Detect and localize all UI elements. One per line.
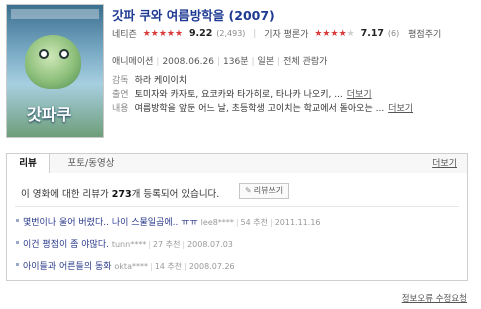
cast-line: 출연 토미자와 카자토, 요코카와 타가히로, 타나카 나오키, ... 더보기 bbox=[112, 87, 372, 100]
review-title[interactable]: 아이들과 어른들의 동화 bbox=[23, 262, 112, 272]
critic-label: 기자 평론가 bbox=[264, 30, 309, 40]
netizen-label: 네티즌 bbox=[112, 30, 137, 40]
netizen-count: (2,493) bbox=[216, 29, 246, 38]
movie-meta: 애니메이션 | 2008.06.26 | 136분 | 일본 | 전체 관람가 bbox=[112, 57, 328, 67]
review-count: 273 bbox=[111, 189, 132, 200]
write-review-button[interactable]: ✎ 리뷰쓰기 bbox=[239, 183, 290, 199]
bullet-icon bbox=[16, 263, 19, 266]
bullet-icon bbox=[16, 219, 19, 222]
netizen-score: 9.22 bbox=[188, 28, 213, 39]
review-meta: lee8**** | 54 추천 | 2011.11.16 bbox=[200, 218, 321, 227]
poster-tagline-band bbox=[11, 9, 99, 19]
movie-title[interactable]: 갓파 쿠와 여름방학을 (2007) bbox=[112, 5, 275, 24]
plot-text: 여름방학을 앞둔 어느 날, 초등학생 고이치는 학교에서 돌아오는 ... bbox=[134, 104, 385, 114]
review-title[interactable]: 몇번이나 울어 버렸다.. 나이 스물일곱에.. ㅠㅠ bbox=[23, 218, 198, 228]
tab-review[interactable]: 리뷰 bbox=[7, 154, 50, 175]
plot-more-link[interactable]: 더보기 bbox=[388, 104, 413, 114]
cast-more-link[interactable]: 더보기 bbox=[347, 90, 372, 100]
list-item: 몇번이나 울어 버렸다.. 나이 스물일곱에.. ㅠㅠ lee8**** | 54 … bbox=[16, 215, 321, 228]
country[interactable]: 일본 bbox=[258, 57, 275, 67]
age-rating: 전체 관람가 bbox=[283, 57, 328, 67]
divider: | bbox=[253, 28, 257, 39]
critic-score: 7.17 bbox=[360, 28, 385, 39]
tab-photo-video[interactable]: 포토/동영상 bbox=[61, 154, 121, 174]
cast-names[interactable]: 토미자와 카자토, 요코카와 타가히로, 타나카 나오키, ... bbox=[135, 90, 343, 100]
movie-title-text[interactable]: 갓파 쿠와 여름방학을 (2007) bbox=[112, 8, 275, 23]
review-panel: 이 영화에 대한 리뷰가 273개 등록되어 있습니다. ✎ 리뷰쓰기 몇번이나 … bbox=[6, 173, 468, 281]
review-date: 2008.07.03 bbox=[187, 240, 233, 249]
list-item: 아이들과 어른들의 동화 okta**** | 14 추천 | 2008.07.26 bbox=[16, 259, 235, 272]
list-item: 이건 평점이 좀 야많다. tunn**** | 27 추천 | 2008.07.03 bbox=[16, 237, 233, 250]
poster-character bbox=[25, 35, 81, 89]
rate-button[interactable]: 평점주기 bbox=[408, 27, 441, 40]
poster-eye-right bbox=[59, 49, 69, 59]
summary-prefix: 이 영화에 대한 리뷰가 bbox=[21, 189, 112, 200]
review-author: lee8**** bbox=[200, 218, 234, 227]
review-summary: 이 영화에 대한 리뷰가 273개 등록되어 있습니다. bbox=[21, 186, 219, 200]
review-title[interactable]: 이건 평점이 좀 야많다. bbox=[23, 240, 109, 250]
director-key: 감독 bbox=[112, 76, 129, 86]
summary-suffix: 개 등록되어 있습니다. bbox=[131, 189, 220, 200]
poster-eye-left bbox=[39, 49, 49, 59]
content-tabs: 리뷰 포토/동영상 더보기 bbox=[6, 153, 468, 175]
review-author: tunn**** bbox=[111, 240, 147, 249]
review-date: 2011.11.16 bbox=[274, 218, 321, 227]
review-date: 2008.07.26 bbox=[188, 262, 235, 271]
review-recommend: 27 추천 bbox=[152, 240, 181, 249]
review-recommend: 14 추천 bbox=[154, 262, 183, 271]
director-line: 감독 하라 케이이치 bbox=[112, 73, 187, 86]
cast-key: 출연 bbox=[112, 90, 129, 100]
review-recommend: 54 추천 bbox=[240, 218, 268, 227]
critic-count: (6) bbox=[387, 29, 400, 38]
pencil-icon: ✎ bbox=[245, 186, 252, 195]
tabs-more-link[interactable]: 더보기 bbox=[432, 154, 457, 174]
rating-row: 네티즌 ★★★★★ 9.22 (2,493) | 기자 평론가 ★★★★★ 7.… bbox=[112, 27, 470, 41]
director-name[interactable]: 하라 케이이치 bbox=[135, 76, 188, 86]
review-author: okta**** bbox=[114, 262, 148, 271]
divider bbox=[15, 206, 459, 207]
release-date: 2008.06.26 bbox=[162, 57, 214, 67]
genre[interactable]: 애니메이션 bbox=[112, 57, 153, 67]
review-meta: okta**** | 14 추천 | 2008.07.26 bbox=[114, 262, 235, 271]
plot-key: 내용 bbox=[112, 104, 129, 114]
write-review-label: 리뷰쓰기 bbox=[253, 186, 284, 195]
review-meta: tunn**** | 27 추천 | 2008.07.03 bbox=[111, 240, 233, 249]
movie-poster[interactable]: 갓파쿠 bbox=[6, 4, 104, 138]
poster-logo: 갓파쿠 bbox=[27, 105, 72, 124]
critic-stars: ★★★★★ bbox=[314, 28, 355, 39]
bullet-icon bbox=[16, 241, 19, 244]
plot-line: 내용 여름방학을 앞둔 어느 날, 초등학생 고이치는 학교에서 돌아오는 ...… bbox=[112, 101, 413, 114]
report-error-link[interactable]: 정보오류 수정요청 bbox=[402, 292, 467, 304]
runtime: 136분 bbox=[223, 57, 249, 67]
netizen-stars: ★★★★★ bbox=[142, 28, 184, 39]
